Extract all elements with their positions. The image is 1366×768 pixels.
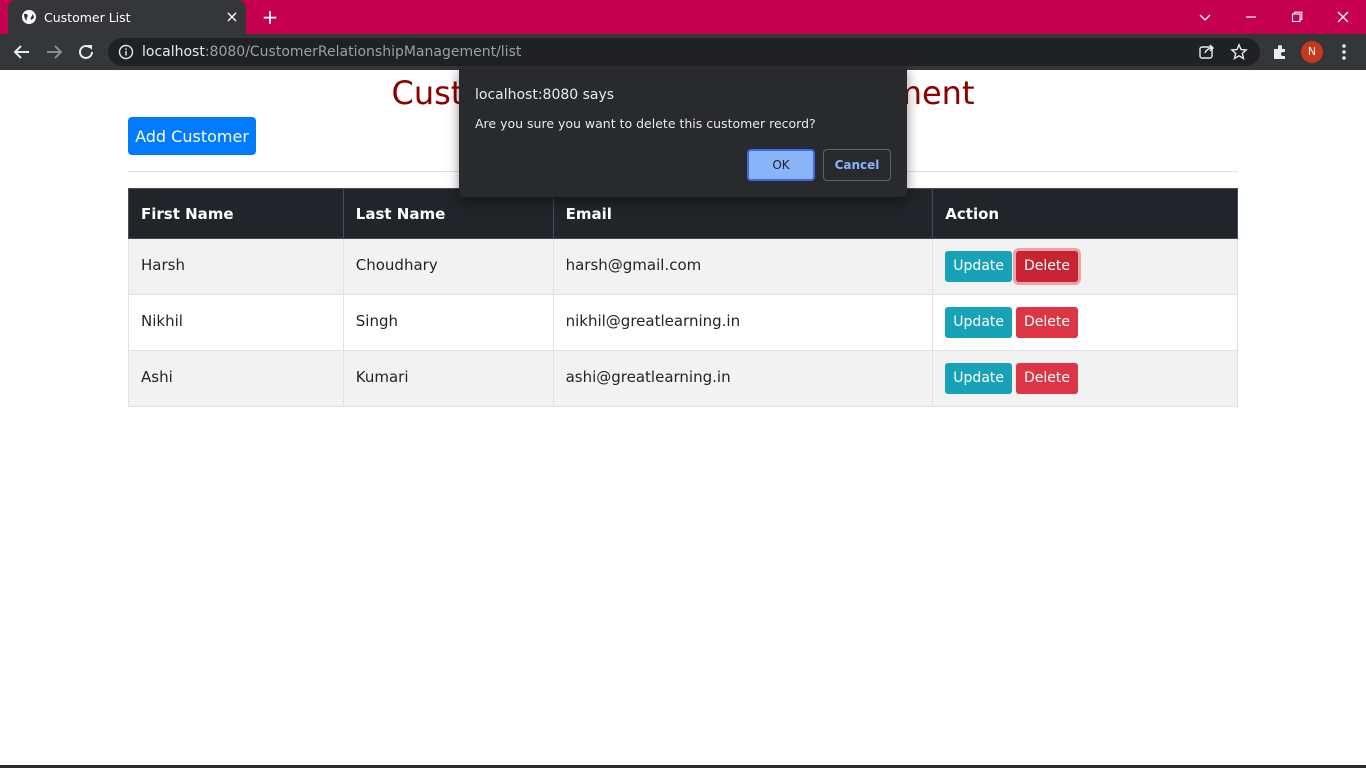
- tab-search-icon[interactable]: [1182, 0, 1228, 34]
- close-window-icon[interactable]: [1320, 0, 1366, 34]
- cell-action: Update Delete: [932, 294, 1238, 351]
- browser-toolbar: localhost:8080/CustomerRelationshipManag…: [0, 34, 1366, 70]
- customer-table: First Name Last Name Email Action Harsh …: [128, 188, 1238, 407]
- share-icon[interactable]: [1198, 43, 1216, 61]
- tab-strip: Customer List × +: [0, 0, 1366, 34]
- table-row: Nikhil Singh nikhil@greatlearning.in Upd…: [128, 294, 1238, 351]
- close-tab-icon[interactable]: ×: [224, 9, 240, 25]
- globe-icon: [21, 9, 37, 25]
- bookmark-star-icon[interactable]: [1230, 43, 1248, 61]
- cell-action: Update Delete: [932, 350, 1238, 407]
- browser-tab[interactable]: Customer List ×: [8, 0, 246, 34]
- url-path: :8080/CustomerRelationshipManagement/lis…: [204, 44, 522, 60]
- delete-button[interactable]: Delete: [1016, 251, 1078, 282]
- site-info-icon[interactable]: [118, 44, 134, 60]
- delete-button[interactable]: Delete: [1016, 363, 1078, 394]
- back-arrow-icon[interactable]: [12, 42, 32, 62]
- restore-icon[interactable]: [1274, 0, 1320, 34]
- reload-icon[interactable]: [76, 42, 96, 62]
- url-text: localhost:8080/CustomerRelationshipManag…: [142, 44, 521, 60]
- confirm-dialog: localhost:8080 says Are you sure you wan…: [459, 67, 907, 197]
- address-bar[interactable]: localhost:8080/CustomerRelationshipManag…: [108, 38, 1260, 66]
- cell-last-name: Kumari: [342, 350, 554, 407]
- dialog-title: localhost:8080 says: [475, 87, 615, 103]
- header-action: Action: [932, 188, 1238, 239]
- cell-last-name: Choudhary: [342, 238, 554, 295]
- cell-email: harsh@gmail.com: [552, 238, 934, 295]
- profile-avatar[interactable]: N: [1301, 41, 1323, 63]
- ok-button[interactable]: OK: [747, 149, 815, 181]
- cell-action: Update Delete: [932, 238, 1238, 295]
- cell-first-name: Harsh: [128, 238, 344, 295]
- forward-arrow-icon[interactable]: [44, 42, 64, 62]
- update-button[interactable]: Update: [945, 251, 1012, 282]
- extensions-puzzle-icon[interactable]: [1270, 42, 1290, 62]
- cell-first-name: Ashi: [128, 350, 344, 407]
- cell-email: nikhil@greatlearning.in: [552, 294, 934, 351]
- cell-last-name: Singh: [342, 294, 554, 351]
- table-row: Ashi Kumari ashi@greatlearning.in Update…: [128, 350, 1238, 407]
- update-button[interactable]: Update: [945, 307, 1012, 338]
- update-button[interactable]: Update: [945, 363, 1012, 394]
- header-first-name: First Name: [128, 188, 344, 239]
- cancel-button[interactable]: Cancel: [823, 149, 891, 181]
- cell-first-name: Nikhil: [128, 294, 344, 351]
- minimize-icon[interactable]: [1228, 0, 1274, 34]
- cell-email: ashi@greatlearning.in: [552, 350, 934, 407]
- more-menu-icon[interactable]: [1334, 42, 1354, 62]
- new-tab-button[interactable]: +: [260, 7, 280, 27]
- table-row: Harsh Choudhary harsh@gmail.com Update De…: [128, 238, 1238, 295]
- tab-title: Customer List: [44, 10, 131, 25]
- url-host: localhost: [142, 44, 205, 60]
- dialog-message: Are you sure you want to delete this cus…: [475, 116, 816, 131]
- add-customer-button[interactable]: Add Customer: [128, 117, 256, 155]
- delete-button[interactable]: Delete: [1016, 307, 1078, 338]
